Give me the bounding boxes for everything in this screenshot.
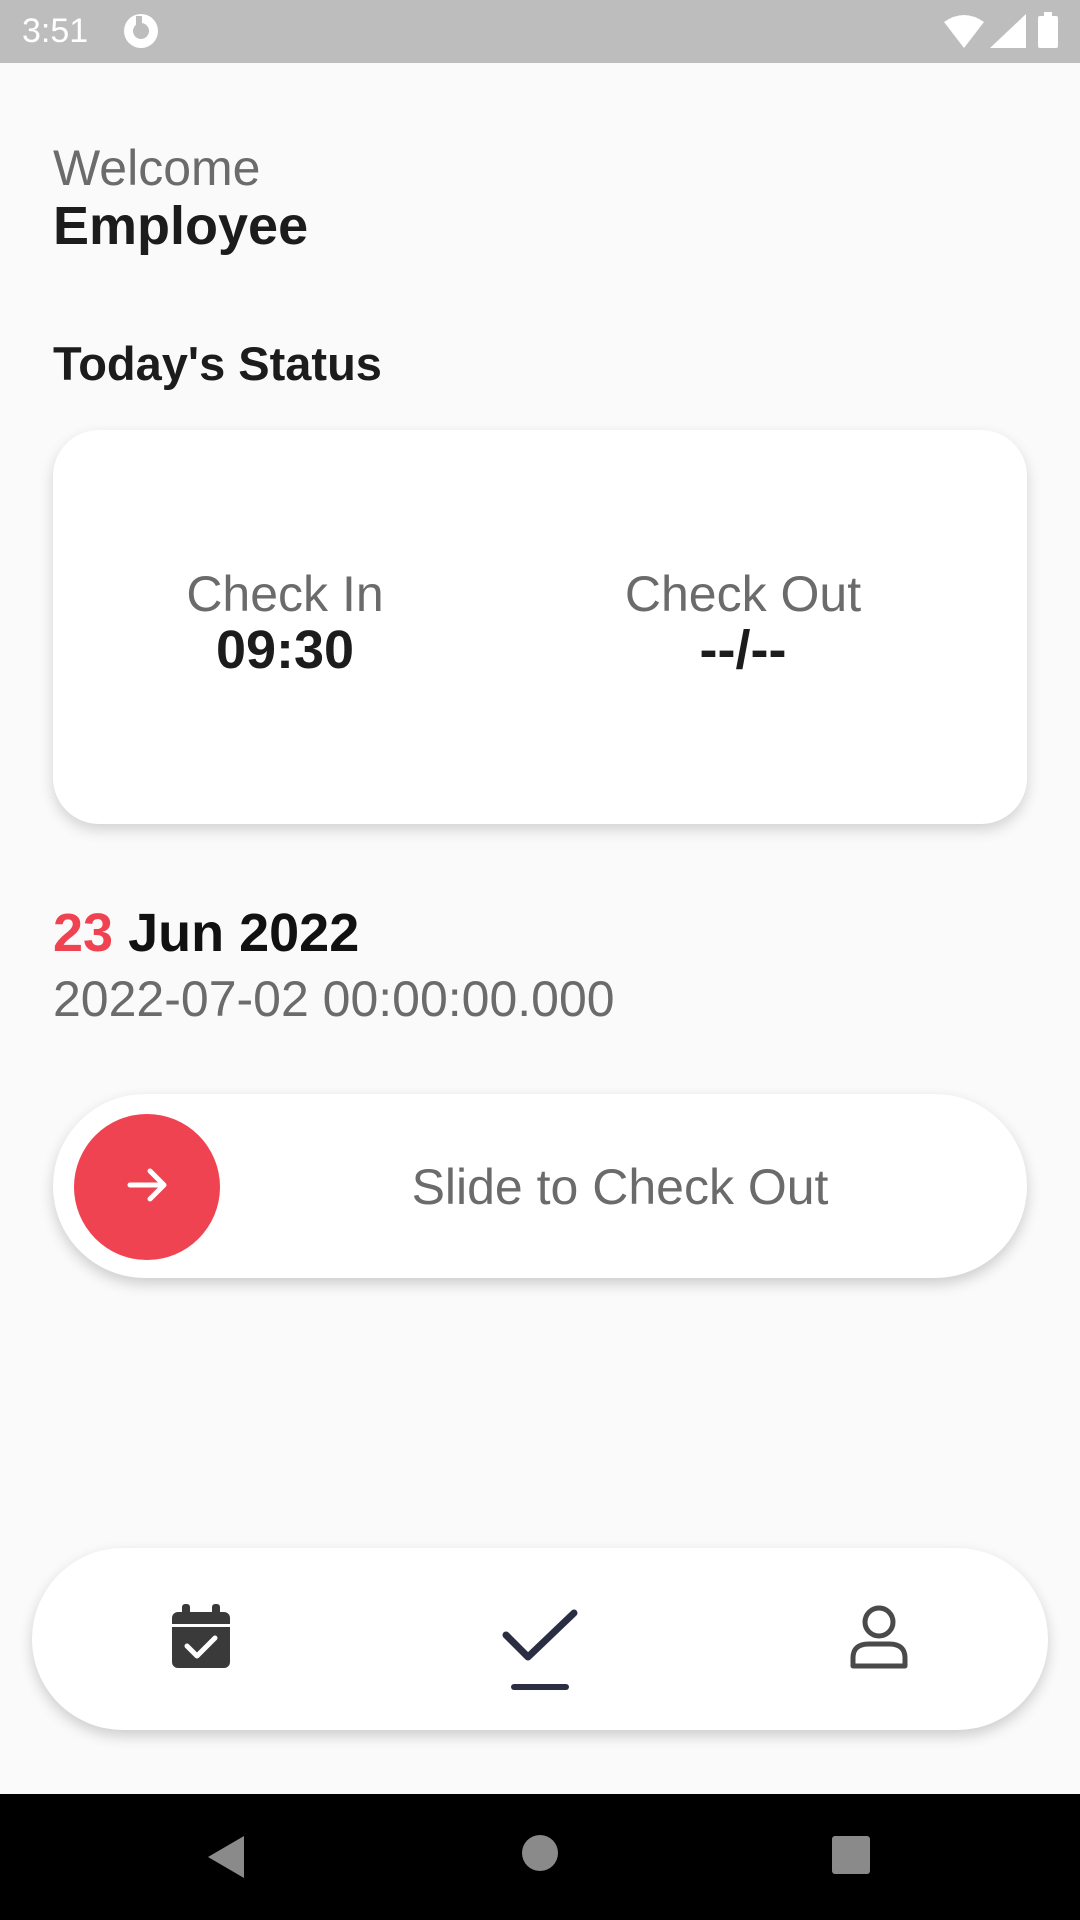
slider-label: Slide to Check Out (411, 1159, 829, 1215)
date-line: 23 Jun 2022 (53, 902, 359, 964)
check-out-label: Check Out (624, 566, 862, 622)
recents-icon[interactable] (832, 1836, 870, 1879)
active-nav-indicator (511, 1684, 569, 1690)
back-icon[interactable] (206, 1834, 246, 1885)
notification-icon (122, 12, 160, 55)
status-time: 3:51 (22, 12, 89, 50)
signal-icon (990, 14, 1026, 53)
status-bar: 3:51 (0, 0, 1080, 63)
system-nav-bar (0, 1794, 1080, 1920)
check-out-value: --/-- (699, 620, 787, 680)
section-title: Today's Status (53, 337, 382, 390)
battery-icon (1038, 12, 1058, 53)
bottom-nav (32, 1548, 1048, 1730)
date-month-year: Jun 2022 (128, 903, 360, 963)
check-out-column: Check Out --/-- (563, 566, 923, 678)
home-icon[interactable] (521, 1834, 559, 1877)
check-in-label: Check In (186, 566, 384, 622)
person-icon (849, 1604, 909, 1675)
status-card: Check In 09:30 Check Out --/-- (53, 430, 1027, 824)
user-name: Employee (53, 196, 309, 256)
check-icon (502, 1609, 578, 1670)
arrow-right-icon (122, 1160, 172, 1215)
welcome-text: Welcome (53, 140, 261, 196)
check-in-value: 09:30 (215, 620, 355, 680)
check-out-slider[interactable]: Slide to Check Out (53, 1094, 1027, 1278)
timestamp: 2022-07-02 00:00:00.000 (53, 971, 615, 1027)
date-day: 23 (53, 903, 114, 963)
check-in-column: Check In 09:30 (105, 566, 465, 678)
slider-knob[interactable] (74, 1114, 220, 1260)
nav-check[interactable] (480, 1548, 600, 1730)
wifi-icon (944, 14, 984, 53)
nav-profile[interactable] (819, 1548, 939, 1730)
nav-calendar[interactable] (141, 1548, 261, 1730)
calendar-check-icon (170, 1603, 232, 1675)
